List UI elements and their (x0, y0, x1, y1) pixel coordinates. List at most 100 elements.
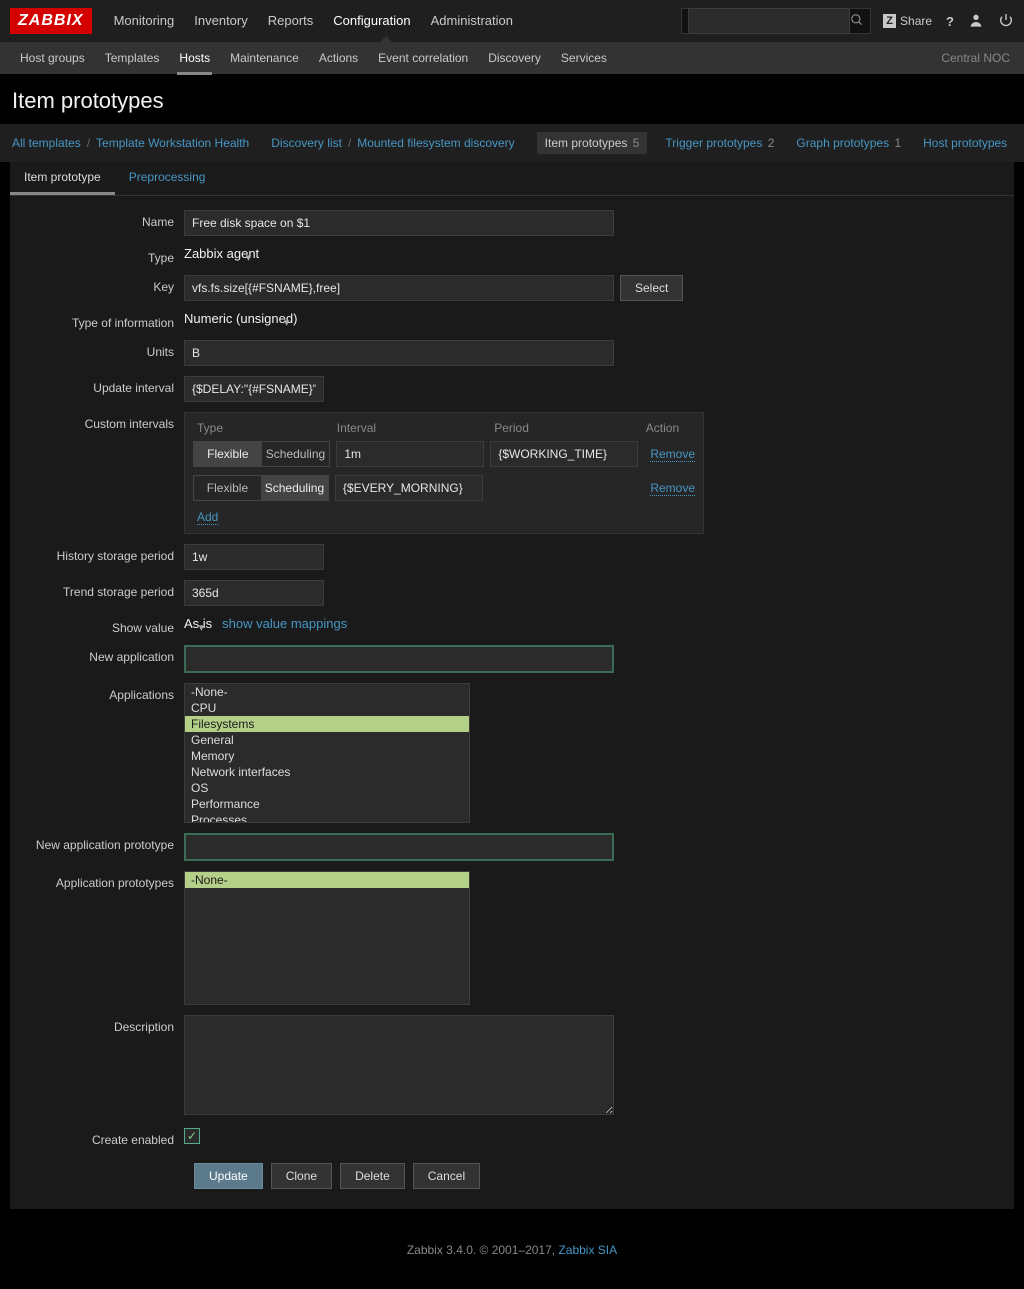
action-buttons: Update Clone Delete Cancel (194, 1163, 1000, 1189)
update-button[interactable]: Update (194, 1163, 263, 1189)
custom-intervals-table: Type Interval Period Action Flexible Sch… (184, 412, 704, 534)
zabbix-badge-icon: Z (883, 14, 896, 28)
user-icon[interactable] (968, 12, 984, 31)
subnav-services[interactable]: Services (551, 42, 617, 74)
help-icon[interactable]: ? (946, 14, 954, 29)
list-item[interactable]: CPU (185, 700, 469, 716)
type-select[interactable]: Zabbix agent (184, 246, 259, 261)
label-key: Key (24, 275, 184, 294)
footer: Zabbix 3.4.0. © 2001–2017, Zabbix SIA (0, 1219, 1024, 1287)
list-item[interactable]: Processes (185, 812, 469, 823)
ci-hdr-period: Period (494, 421, 646, 435)
label-app-protos: Application prototypes (24, 871, 184, 890)
search-input[interactable] (688, 8, 850, 34)
list-item[interactable]: Filesystems (185, 716, 469, 732)
label-name: Name (24, 210, 184, 229)
type-of-info-select[interactable]: Numeric (unsigned) (184, 311, 297, 326)
ci-type-toggle-2[interactable]: Flexible Scheduling (193, 475, 329, 501)
label-description: Description (24, 1015, 184, 1034)
crumb-all-templates[interactable]: All templates (12, 136, 81, 150)
cancel-button[interactable]: Cancel (413, 1163, 480, 1189)
nav-reports[interactable]: Reports (258, 0, 324, 42)
list-item[interactable]: General (185, 732, 469, 748)
subnav-eventcorrelation[interactable]: Event correlation (368, 42, 478, 74)
update-interval-field[interactable] (184, 376, 324, 402)
ci-remove-2[interactable]: Remove (650, 481, 695, 496)
nav-monitoring[interactable]: Monitoring (104, 0, 185, 42)
crumb-template[interactable]: Template Workstation Health (96, 136, 249, 150)
ci-row: Flexible Scheduling Remove (193, 441, 695, 467)
list-item[interactable]: -None- (185, 872, 469, 888)
key-select-button[interactable]: Select (620, 275, 683, 301)
label-type: Type (24, 246, 184, 265)
label-create-enabled: Create enabled (24, 1128, 184, 1147)
history-field[interactable] (184, 544, 324, 570)
application-prototypes-list[interactable]: -None- (184, 871, 470, 1005)
footer-link[interactable]: Zabbix SIA (558, 1243, 617, 1257)
delete-button[interactable]: Delete (340, 1163, 405, 1189)
new-application-field[interactable] (184, 645, 614, 673)
label-update-interval: Update interval (24, 376, 184, 395)
sub-nav: Host groups Templates Hosts Maintenance … (0, 42, 1024, 74)
create-enabled-checkbox[interactable]: ✓ (184, 1128, 200, 1144)
tabs: Item prototype Preprocessing (10, 162, 1014, 196)
label-history: History storage period (24, 544, 184, 563)
crumb-trigger-prototypes[interactable]: Trigger prototypes 2 (665, 136, 774, 150)
clone-button[interactable]: Clone (271, 1163, 332, 1189)
list-item[interactable]: Performance (185, 796, 469, 812)
list-item[interactable]: Network interfaces (185, 764, 469, 780)
page-title: Item prototypes (0, 74, 1024, 124)
description-field[interactable] (184, 1015, 614, 1115)
crumb-graph-prototypes[interactable]: Graph prototypes 1 (796, 136, 901, 150)
subnav-hostgroups[interactable]: Host groups (10, 42, 95, 74)
crumb-discovery-list[interactable]: Discovery list (271, 136, 342, 150)
ci-type-toggle-1[interactable]: Flexible Scheduling (193, 441, 330, 467)
nav-inventory[interactable]: Inventory (184, 0, 257, 42)
subnav-hosts[interactable]: Hosts (169, 42, 220, 74)
label-new-app: New application (24, 645, 184, 664)
ci-hdr-interval: Interval (337, 421, 494, 435)
label-new-app-proto: New application prototype (24, 833, 184, 852)
ci-row: Flexible Scheduling Remove (193, 475, 695, 501)
subnav-templates[interactable]: Templates (95, 42, 170, 74)
subnav-actions[interactable]: Actions (309, 42, 368, 74)
list-item[interactable]: Memory (185, 748, 469, 764)
label-trend: Trend storage period (24, 580, 184, 599)
show-value-select[interactable]: As is (184, 616, 212, 631)
new-application-prototype-field[interactable] (184, 833, 614, 861)
ci-hdr-type: Type (193, 421, 337, 435)
label-type-of-info: Type of information (24, 311, 184, 330)
subnav-discovery[interactable]: Discovery (478, 42, 551, 74)
power-icon[interactable] (998, 12, 1014, 31)
ci-interval-2[interactable] (335, 475, 483, 501)
tab-preprocessing[interactable]: Preprocessing (115, 162, 220, 195)
label-units: Units (24, 340, 184, 359)
ci-period-1[interactable] (490, 441, 638, 467)
crumb-item-prototypes[interactable]: Item prototypes 5 (537, 132, 648, 154)
ci-hdr-action: Action (646, 421, 695, 435)
list-item[interactable]: -None- (185, 684, 469, 700)
label-custom-intervals: Custom intervals (24, 412, 184, 431)
crumb-host-prototypes[interactable]: Host prototypes (923, 136, 1007, 150)
top-nav: ZABBIX Monitoring Inventory Reports Conf… (0, 0, 1024, 42)
search-icon[interactable] (850, 13, 864, 30)
list-item[interactable]: OS (185, 780, 469, 796)
name-field[interactable] (184, 210, 614, 236)
units-field[interactable] (184, 340, 614, 366)
tab-item-prototype[interactable]: Item prototype (10, 162, 115, 195)
key-field[interactable] (184, 275, 614, 301)
nav-administration[interactable]: Administration (421, 0, 523, 42)
show-value-mappings-link[interactable]: show value mappings (222, 616, 347, 631)
nav-configuration[interactable]: Configuration (323, 0, 420, 42)
ci-add-button[interactable]: Add (197, 510, 218, 525)
applications-list[interactable]: -None-CPUFilesystemsGeneralMemoryNetwork… (184, 683, 470, 823)
share-button[interactable]: Z Share (883, 14, 932, 28)
ci-remove-1[interactable]: Remove (650, 447, 695, 462)
label-show-value: Show value (24, 616, 184, 635)
search-box[interactable] (681, 8, 871, 34)
trend-field[interactable] (184, 580, 324, 606)
crumb-discovery-rule[interactable]: Mounted filesystem discovery (357, 136, 514, 150)
subnav-maintenance[interactable]: Maintenance (220, 42, 309, 74)
logo[interactable]: ZABBIX (10, 8, 92, 34)
ci-interval-1[interactable] (336, 441, 484, 467)
